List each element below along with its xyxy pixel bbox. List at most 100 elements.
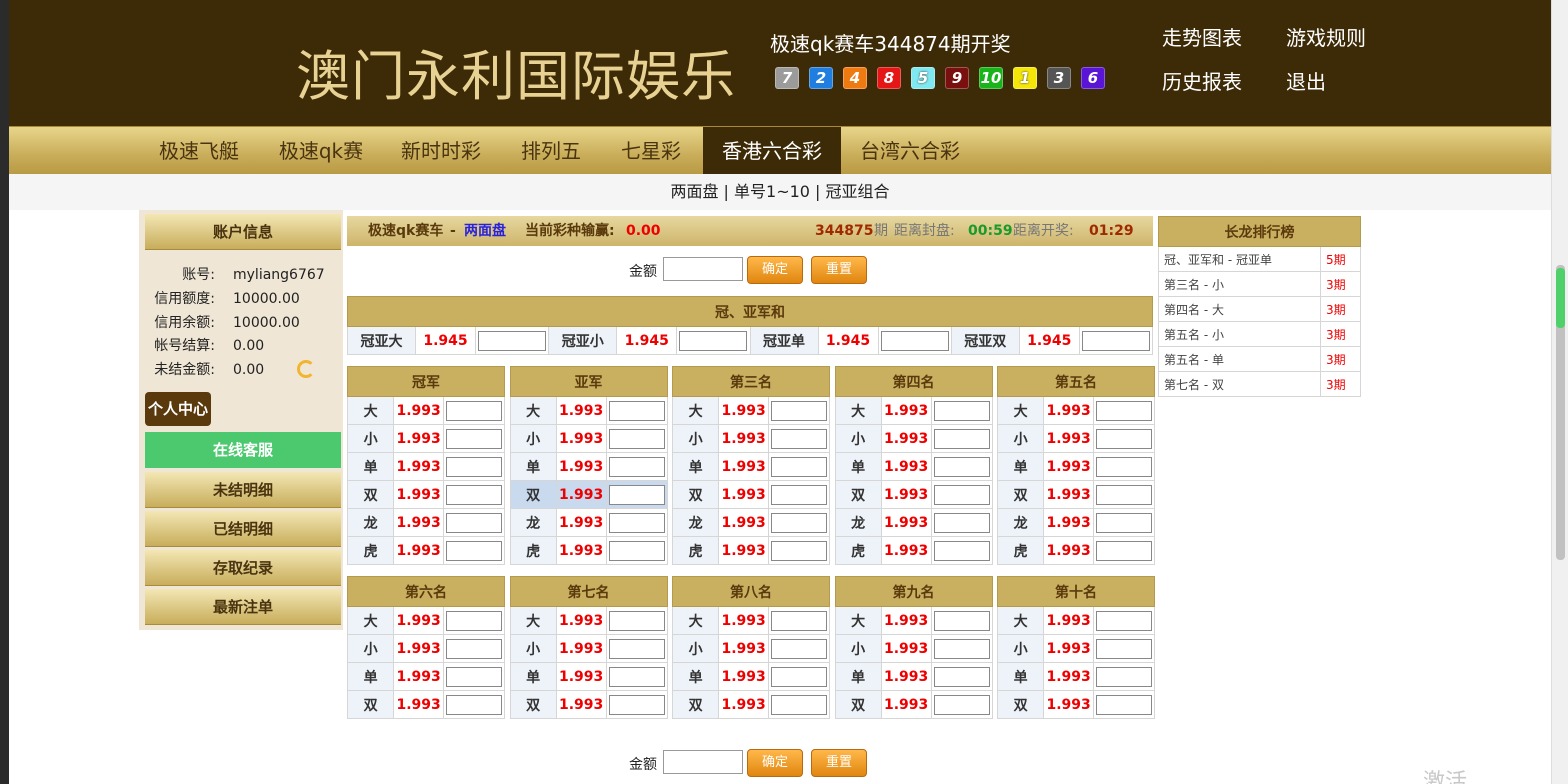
bet-odds[interactable]: 1.993	[393, 508, 444, 537]
bet-odds[interactable]: 1.993	[1043, 690, 1094, 719]
bet-amount-input[interactable]	[880, 330, 949, 351]
nav-hk-liuhecai[interactable]: 香港六合彩	[703, 127, 841, 175]
bet-amount-input[interactable]	[771, 484, 827, 505]
bet-amount-input[interactable]	[771, 610, 827, 631]
bet-amount-input[interactable]	[933, 400, 990, 421]
bet-odds[interactable]: 1.993	[555, 424, 607, 453]
bet-amount-input[interactable]	[446, 512, 502, 533]
nav-qixingcai[interactable]: 七星彩	[609, 127, 693, 175]
bet-amount-input[interactable]	[446, 456, 502, 477]
bet-odds[interactable]: 1.993	[393, 634, 444, 663]
bet-amount-input[interactable]	[933, 428, 990, 449]
bet-amount-input[interactable]	[446, 540, 502, 561]
bet-amount-input[interactable]	[478, 330, 546, 351]
confirm-button[interactable]: 确定	[747, 749, 803, 777]
bet-amount-input[interactable]	[933, 512, 990, 533]
nav-jisu-feiting[interactable]: 极速飞艇	[149, 127, 249, 175]
bet-odds[interactable]: 1.993	[718, 606, 769, 635]
bet-odds[interactable]: 1.993	[718, 424, 769, 453]
bet-odds[interactable]: 1.993	[555, 690, 607, 719]
bet-amount-input[interactable]	[1096, 540, 1152, 561]
bet-amount-input[interactable]	[771, 512, 827, 533]
online-service-button[interactable]: 在线客服	[145, 432, 341, 468]
amount-input[interactable]	[663, 257, 743, 281]
bet-amount-input[interactable]	[771, 694, 827, 715]
bet-odds[interactable]: 1.993	[1043, 606, 1094, 635]
bet-odds[interactable]: 1.993	[1043, 480, 1094, 509]
bet-odds[interactable]: 1.993	[880, 606, 932, 635]
bet-odds[interactable]: 1.993	[1043, 536, 1094, 565]
bet-amount-input[interactable]	[608, 694, 665, 715]
bet-odds[interactable]: 1.993	[880, 690, 932, 719]
bet-odds[interactable]: 1.993	[555, 634, 607, 663]
bet-amount-input[interactable]	[446, 428, 502, 449]
bet-odds[interactable]: 1.993	[880, 396, 932, 425]
bet-amount-input[interactable]	[1096, 694, 1152, 715]
bet-odds[interactable]: 1.993	[1043, 634, 1094, 663]
bet-odds[interactable]: 1.993	[880, 634, 932, 663]
bet-amount-input[interactable]	[1096, 638, 1152, 659]
nav-xin-shishicai[interactable]: 新时时彩	[391, 127, 491, 175]
bet-odds[interactable]: 1.993	[393, 690, 444, 719]
bet-odds[interactable]: 1.993	[718, 508, 769, 537]
logout-link[interactable]: 退出	[1286, 66, 1326, 95]
bet-odds[interactable]: 1.993	[718, 690, 769, 719]
bet-amount-input[interactable]	[933, 484, 990, 505]
bet-odds[interactable]: 1.993	[718, 634, 769, 663]
bet-odds[interactable]: 1.993	[555, 662, 607, 691]
bet-odds[interactable]: 1.993	[718, 396, 769, 425]
bet-amount-input[interactable]	[446, 694, 502, 715]
latest-bets-button[interactable]: 最新注单	[145, 589, 341, 625]
bet-odds[interactable]: 1.993	[718, 536, 769, 565]
bet-amount-input[interactable]	[1096, 456, 1152, 477]
bet-amount-input[interactable]	[771, 400, 827, 421]
bet-amount-input[interactable]	[446, 610, 502, 631]
bet-odds[interactable]: 1.945	[415, 326, 476, 355]
amount-input[interactable]	[663, 750, 743, 774]
bet-odds[interactable]: 1.993	[555, 480, 607, 509]
bet-amount-input[interactable]	[933, 610, 990, 631]
bet-amount-input[interactable]	[933, 666, 990, 687]
bet-amount-input[interactable]	[608, 540, 665, 561]
bet-amount-input[interactable]	[608, 638, 665, 659]
bet-amount-input[interactable]	[771, 456, 827, 477]
bet-amount-input[interactable]	[1096, 610, 1152, 631]
bet-amount-input[interactable]	[1096, 400, 1152, 421]
bet-odds[interactable]: 1.993	[718, 480, 769, 509]
bet-odds[interactable]: 1.993	[555, 508, 607, 537]
bet-odds[interactable]: 1.993	[393, 662, 444, 691]
bet-amount-input[interactable]	[608, 610, 665, 631]
game-rules-link[interactable]: 游戏规则	[1286, 22, 1366, 51]
bet-odds[interactable]: 1.993	[880, 424, 932, 453]
bet-amount-input[interactable]	[1096, 484, 1152, 505]
bet-odds[interactable]: 1.993	[1043, 452, 1094, 481]
bet-odds[interactable]: 1.993	[880, 536, 932, 565]
bet-amount-input[interactable]	[771, 428, 827, 449]
bet-odds[interactable]: 1.993	[718, 662, 769, 691]
bet-odds[interactable]: 1.945	[616, 326, 678, 355]
settled-detail-button[interactable]: 已结明细	[145, 511, 341, 547]
nav-tw-liuhecai[interactable]: 台湾六合彩	[851, 127, 969, 175]
bet-amount-input[interactable]	[446, 666, 502, 687]
bet-odds[interactable]: 1.993	[718, 452, 769, 481]
bet-amount-input[interactable]	[608, 512, 665, 533]
bet-odds[interactable]: 1.993	[555, 536, 607, 565]
sub-nav[interactable]: 两面盘 | 单号1~10 | 冠亚组合	[9, 174, 1551, 210]
bet-odds[interactable]: 1.993	[1043, 508, 1094, 537]
trend-chart-link[interactable]: 走势图表	[1162, 22, 1242, 51]
bet-amount-input[interactable]	[446, 400, 502, 421]
bet-amount-input[interactable]	[933, 638, 990, 659]
unsettled-detail-button[interactable]: 未结明细	[145, 472, 341, 508]
bet-odds[interactable]: 1.993	[393, 396, 444, 425]
bet-odds[interactable]: 1.945	[1018, 326, 1080, 355]
bet-odds[interactable]: 1.993	[555, 606, 607, 635]
bet-odds[interactable]: 1.993	[393, 606, 444, 635]
bet-amount-input[interactable]	[1096, 512, 1152, 533]
bet-amount-input[interactable]	[679, 330, 748, 351]
bet-amount-input[interactable]	[608, 456, 665, 477]
bet-odds[interactable]: 1.993	[1043, 396, 1094, 425]
bet-odds[interactable]: 1.993	[880, 508, 932, 537]
bet-amount-input[interactable]	[933, 694, 990, 715]
confirm-button[interactable]: 确定	[747, 256, 803, 284]
bet-amount-input[interactable]	[608, 400, 665, 421]
